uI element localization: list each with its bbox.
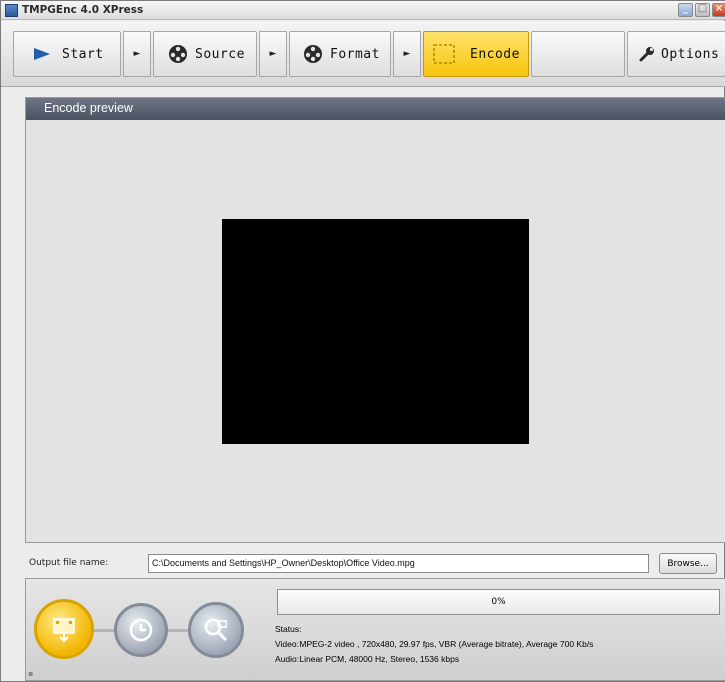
progress-text: 0%	[491, 597, 506, 607]
encode-film-icon	[53, 618, 75, 643]
output-file-field[interactable]: C:\Documents and Settings\HP_Owner\Deskt…	[148, 554, 649, 573]
wrench-icon	[639, 47, 654, 62]
status-label: Status:	[275, 624, 302, 634]
batch-tool-icon	[204, 618, 228, 642]
status-line: Status:	[275, 622, 593, 637]
app-icon	[5, 4, 18, 17]
batch-encode-button[interactable]	[188, 602, 244, 658]
minimize-icon: _	[683, 3, 688, 14]
output-file-label: Output file name:	[29, 558, 109, 568]
arrow-right-icon: ►	[133, 49, 141, 59]
format-label: Format	[330, 46, 380, 62]
source-button[interactable]: Source	[153, 31, 257, 77]
arrow-right-icon: ►	[403, 49, 411, 59]
corner-grip-icon: ▪	[28, 669, 34, 678]
clock-icon	[129, 618, 153, 642]
maximize-icon: □	[697, 3, 708, 14]
video-value: MPEG-2 video , 720x480, 29.97 fps, VBR (…	[299, 639, 594, 649]
encode-label: Encode	[470, 46, 520, 62]
close-button[interactable]: ×	[712, 3, 725, 17]
window-title: TMPGEnc 4.0 XPress	[22, 4, 144, 16]
audio-label: Audio:	[275, 654, 300, 664]
encode-control-panel: ▪ 0% Status: Video: MPEG-2 video , 720x4…	[25, 578, 725, 681]
audio-value: Linear PCM, 48000 Hz, Stereo, 1536 kbps	[299, 654, 460, 664]
format-button[interactable]: Format	[289, 31, 391, 77]
step-arrow-3[interactable]: ►	[393, 31, 421, 77]
step-arrow-2[interactable]: ►	[259, 31, 287, 77]
browse-button[interactable]: Browse...	[659, 553, 717, 574]
start-label: Start	[62, 46, 104, 62]
video-label: Video:	[275, 639, 299, 649]
toolbar-spacer	[531, 31, 625, 77]
arrow-right-icon: ►	[269, 49, 277, 59]
film-reel-icon	[169, 45, 187, 63]
options-button[interactable]: Options	[627, 31, 725, 77]
close-icon: ×	[714, 3, 724, 14]
timer-encode-button[interactable]	[114, 603, 168, 657]
video-line: Video: MPEG-2 video , 720x480, 29.97 fps…	[275, 637, 593, 652]
status-info: Status: Video: MPEG-2 video , 720x480, 2…	[275, 622, 593, 667]
app-window: TMPGEnc 4.0 XPress _ □ × Start ► Source	[0, 0, 725, 682]
start-encode-button[interactable]	[34, 599, 94, 659]
frame-icon	[433, 44, 455, 64]
minimize-button[interactable]: _	[678, 3, 693, 17]
source-label: Source	[195, 46, 245, 62]
video-preview	[222, 219, 529, 444]
encode-button[interactable]: Encode	[423, 31, 529, 77]
step-arrow-1[interactable]: ►	[123, 31, 151, 77]
options-label: Options	[661, 46, 720, 62]
start-button[interactable]: Start	[13, 31, 121, 77]
encode-preview-panel: Encode preview	[25, 97, 725, 543]
title-bar[interactable]: TMPGEnc 4.0 XPress _ □ ×	[1, 1, 725, 20]
maximize-button[interactable]: □	[695, 3, 710, 17]
encode-progress-bar: 0%	[277, 589, 720, 615]
film-reel-icon	[304, 45, 322, 63]
preview-title: Encode preview	[44, 101, 133, 115]
play-arrow-icon	[34, 48, 50, 60]
main-toolbar: Start ► Source ► Format ► Encode Options	[1, 21, 725, 87]
audio-line: Audio: Linear PCM, 48000 Hz, Stereo, 153…	[275, 652, 593, 667]
preview-header: Encode preview	[26, 98, 725, 120]
